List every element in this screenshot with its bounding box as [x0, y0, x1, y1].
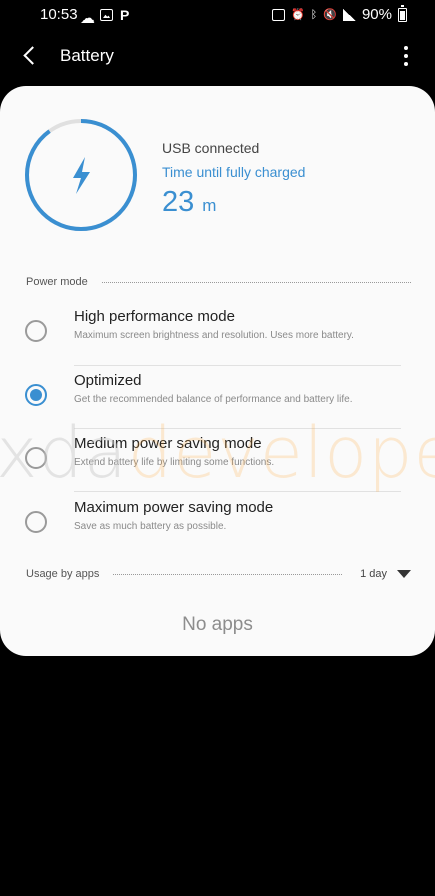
- radio-button[interactable]: [25, 447, 47, 469]
- mute-icon: 🔇: [323, 9, 337, 21]
- power-mode-label: Power mode: [26, 276, 88, 288]
- lightning-bolt-icon: [73, 157, 90, 194]
- mode-maximum-power-saving[interactable]: Maximum power saving mode Save as much b…: [0, 493, 435, 555]
- mode-high-performance[interactable]: High performance mode Maximum screen bri…: [0, 302, 435, 364]
- back-arrow-icon[interactable]: [18, 42, 42, 68]
- charge-time-value: 23 m: [162, 186, 216, 219]
- mode-description: Maximum screen brightness and resolution…: [74, 330, 354, 341]
- radio-button[interactable]: [25, 511, 47, 533]
- notification-icons: ☁ P: [80, 7, 130, 27]
- more-options-icon[interactable]: [399, 44, 413, 68]
- cloud-icon: ☁: [80, 10, 95, 27]
- radio-button-selected[interactable]: [25, 384, 47, 406]
- charge-time-unit: m: [202, 196, 217, 215]
- battery-percent: 90%: [361, 6, 392, 23]
- mode-title: High performance mode: [74, 308, 235, 325]
- p-icon: P: [120, 7, 130, 23]
- section-divider: [101, 281, 411, 283]
- charge-ring: [25, 119, 137, 231]
- mode-title: Medium power saving mode: [74, 435, 262, 452]
- battery-card: USB connected Time until fully charged 2…: [0, 86, 435, 656]
- period-dropdown[interactable]: 1 day: [360, 568, 411, 580]
- mode-title: Optimized: [74, 372, 142, 389]
- mode-optimized[interactable]: Optimized Get the recommended balance of…: [0, 366, 435, 428]
- mode-description: Get the recommended balance of performan…: [74, 394, 353, 405]
- image-icon: [100, 9, 113, 21]
- status-time: 10:53: [40, 6, 78, 23]
- status-bar: 10:53 ☁ P ⏰ ᛒ 🔇 90%: [0, 0, 435, 28]
- mode-description: Save as much battery as possible.: [74, 521, 227, 532]
- power-mode-header: Power mode: [26, 276, 411, 288]
- no-apps-text: No apps: [182, 614, 253, 635]
- page-title: Battery: [60, 46, 114, 65]
- system-icons: ⏰ ᛒ 🔇 90%: [271, 4, 407, 23]
- charging-status: USB connected: [162, 140, 260, 156]
- mode-title: Maximum power saving mode: [74, 499, 274, 516]
- charge-time-label: Time until fully charged: [162, 164, 306, 180]
- charge-time-number: 23: [162, 186, 195, 218]
- bluetooth-icon: ᛒ: [310, 8, 318, 21]
- usage-by-apps-header: Usage by apps 1 day: [26, 568, 411, 580]
- mode-medium-power-saving[interactable]: Medium power saving mode Extend battery …: [0, 429, 435, 491]
- app-bar: Battery: [0, 34, 435, 78]
- mode-description: Extend battery life by limiting some fun…: [74, 457, 275, 468]
- signal-icon: [342, 8, 356, 21]
- nfc-icon: [271, 8, 285, 21]
- period-value: 1 day: [360, 568, 387, 580]
- dropdown-arrow-icon: [397, 570, 411, 578]
- alarm-icon: ⏰: [290, 9, 305, 21]
- list-divider: [74, 491, 401, 492]
- radio-button[interactable]: [25, 320, 47, 342]
- battery-icon: [398, 4, 407, 22]
- section-divider: [113, 573, 343, 575]
- usage-label: Usage by apps: [26, 568, 100, 580]
